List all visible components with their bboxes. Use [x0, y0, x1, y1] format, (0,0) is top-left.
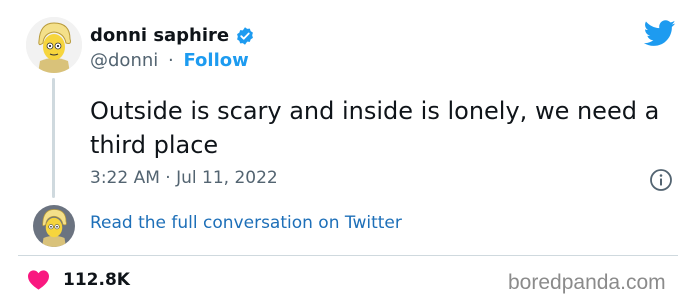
heart-icon[interactable] — [27, 269, 50, 290]
author-name-row: donni saphire — [90, 25, 255, 46]
source-watermark: boredpanda.com — [508, 271, 666, 294]
thread-line — [52, 78, 55, 198]
like-count[interactable]: 112.8K — [63, 270, 130, 290]
info-icon[interactable] — [649, 168, 673, 192]
handle-separator: · — [168, 50, 174, 71]
tweet-text: Outside is scary and inside is lonely, w… — [90, 97, 660, 159]
follow-button[interactable]: Follow — [183, 50, 248, 71]
reply-avatar — [33, 205, 75, 247]
divider — [18, 255, 678, 256]
author-display-name[interactable]: donni saphire — [90, 25, 229, 46]
verified-badge-icon — [237, 26, 254, 45]
read-conversation-link[interactable]: Read the full conversation on Twitter — [90, 213, 402, 233]
tweet-timestamp[interactable]: 3:22 AM · Jul 11, 2022 — [90, 168, 278, 188]
author-avatar[interactable] — [26, 17, 82, 73]
twitter-bird-icon[interactable] — [644, 20, 676, 47]
author-handle[interactable]: @donni — [90, 50, 158, 71]
author-handle-row: @donni · Follow — [90, 50, 249, 71]
